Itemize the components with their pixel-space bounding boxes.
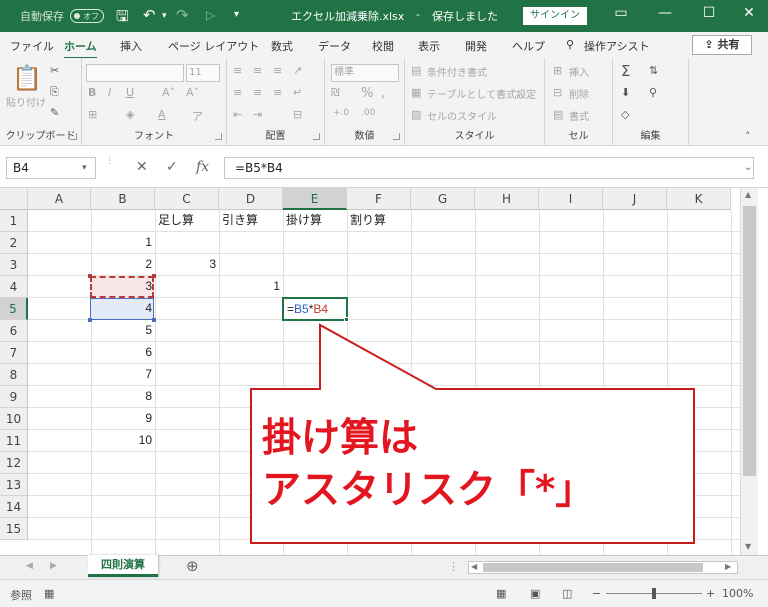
- callout-line2: アスタリスク「*」: [262, 468, 595, 513]
- normal-view-icon[interactable]: ▦: [496, 587, 506, 600]
- accessibility-icon[interactable]: ▦: [44, 587, 54, 600]
- sheet-tab-active[interactable]: 四則演算: [88, 555, 158, 577]
- horizontal-scrollbar[interactable]: ◀ ▶: [468, 561, 738, 574]
- scroll-right-icon[interactable]: ▶: [725, 562, 731, 571]
- vertical-scroll-thumb[interactable]: [743, 206, 756, 476]
- scroll-down-icon[interactable]: ▼: [745, 542, 751, 551]
- vertical-scrollbar[interactable]: ▲ ▼: [740, 188, 758, 555]
- status-mode: 参照: [10, 589, 32, 602]
- page-layout-view-icon[interactable]: ▣: [530, 587, 540, 600]
- scroll-up-icon[interactable]: ▲: [745, 190, 751, 199]
- zoom-in-icon[interactable]: +: [706, 587, 715, 600]
- callout-line1: 掛け算は: [262, 416, 419, 461]
- zoom-level[interactable]: 100%: [722, 587, 753, 600]
- horizontal-scroll-thumb[interactable]: [483, 563, 703, 572]
- add-sheet-icon[interactable]: ⊕: [186, 557, 199, 575]
- status-bar: 参照 ▦ ▦ ▣ ◫ − + 100%: [0, 579, 768, 607]
- scroll-left-icon[interactable]: ◀: [471, 562, 477, 571]
- page-break-view-icon[interactable]: ◫: [562, 587, 572, 600]
- zoom-slider-thumb[interactable]: [652, 588, 656, 599]
- zoom-out-icon[interactable]: −: [592, 587, 601, 600]
- callout-text: 掛け算は アスタリスク「*」: [262, 413, 594, 517]
- tab-split-icon[interactable]: ⋮: [448, 560, 459, 573]
- sheet-tab-bar: ◀ ▶ 四則演算 ⊕ ⋮ ◀ ▶: [0, 555, 768, 579]
- next-sheet-icon[interactable]: ▶: [50, 561, 57, 571]
- prev-sheet-icon[interactable]: ◀: [26, 561, 33, 571]
